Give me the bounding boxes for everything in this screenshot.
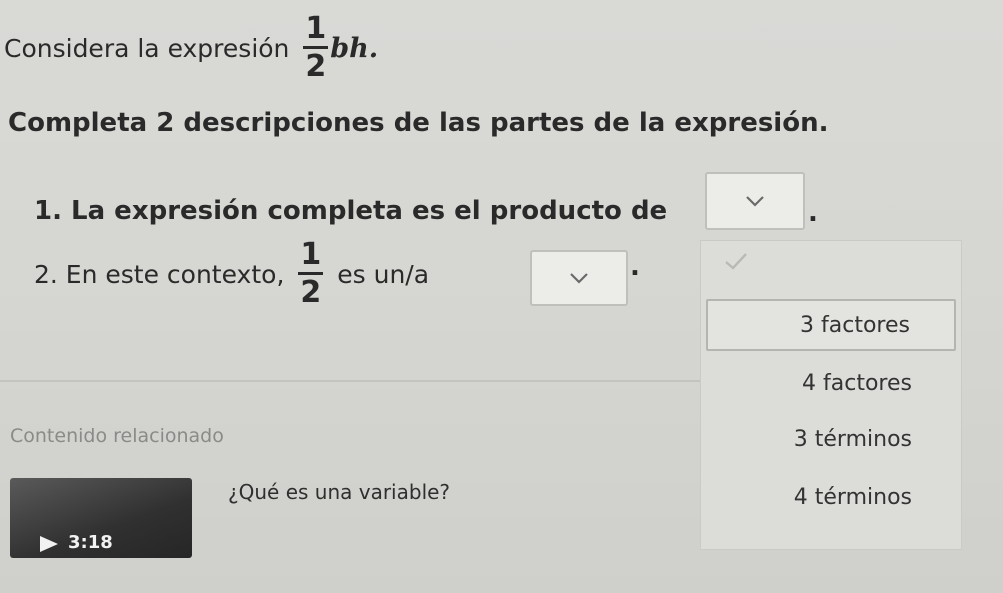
question-instruction: Completa 2 descripciones de las partes d… bbox=[8, 108, 829, 138]
question-intro-line: Considera la expresión 1 2 bh. bbox=[4, 14, 378, 82]
dropdown-menu: 3 factores 4 factores 3 términos 4 térmi… bbox=[700, 240, 962, 550]
statement-2-period: . bbox=[630, 252, 640, 282]
related-content-heading: Contenido relacionado bbox=[10, 425, 224, 447]
menu-option-4-factores[interactable]: 4 factores bbox=[706, 357, 956, 409]
expression-denominator: 2 bbox=[305, 49, 327, 84]
expression-variables: bh. bbox=[330, 32, 379, 64]
statement-2-text-after: es un/a bbox=[337, 259, 430, 289]
statement-1-text: 1. La expresión completa es el producto … bbox=[34, 196, 668, 226]
statement-2-denominator: 2 bbox=[300, 275, 322, 310]
expression-numerator: 1 bbox=[305, 11, 327, 46]
chevron-down-icon bbox=[746, 196, 764, 207]
statement-2-dropdown[interactable] bbox=[530, 250, 628, 306]
statement-1-period: . bbox=[808, 198, 818, 228]
statement-2-text-before: 2. En este contexto, bbox=[34, 259, 285, 289]
video-duration: 3:18 bbox=[68, 532, 113, 553]
statement-2-line: 2. En este contexto, 1 2 es un/a bbox=[34, 240, 429, 308]
menu-option-3-terminos[interactable]: 3 términos bbox=[706, 413, 956, 465]
expression-fraction: 1 2 bbox=[303, 11, 329, 84]
play-icon bbox=[40, 536, 58, 552]
statement-1-dropdown[interactable] bbox=[705, 172, 805, 230]
statement-2-fraction: 1 2 bbox=[298, 237, 324, 310]
video-title-link[interactable]: ¿Qué es una variable? bbox=[228, 480, 450, 504]
question-intro-text: Considera la expresión bbox=[4, 33, 290, 63]
statement-2-numerator: 1 bbox=[300, 237, 322, 272]
menu-option-3-factores[interactable]: 3 factores bbox=[706, 299, 956, 351]
menu-option-4-terminos[interactable]: 4 términos bbox=[706, 471, 956, 523]
check-icon bbox=[725, 253, 747, 270]
section-divider bbox=[0, 380, 700, 382]
chevron-down-icon bbox=[570, 273, 588, 284]
video-thumbnail[interactable]: 3:18 bbox=[10, 478, 192, 558]
